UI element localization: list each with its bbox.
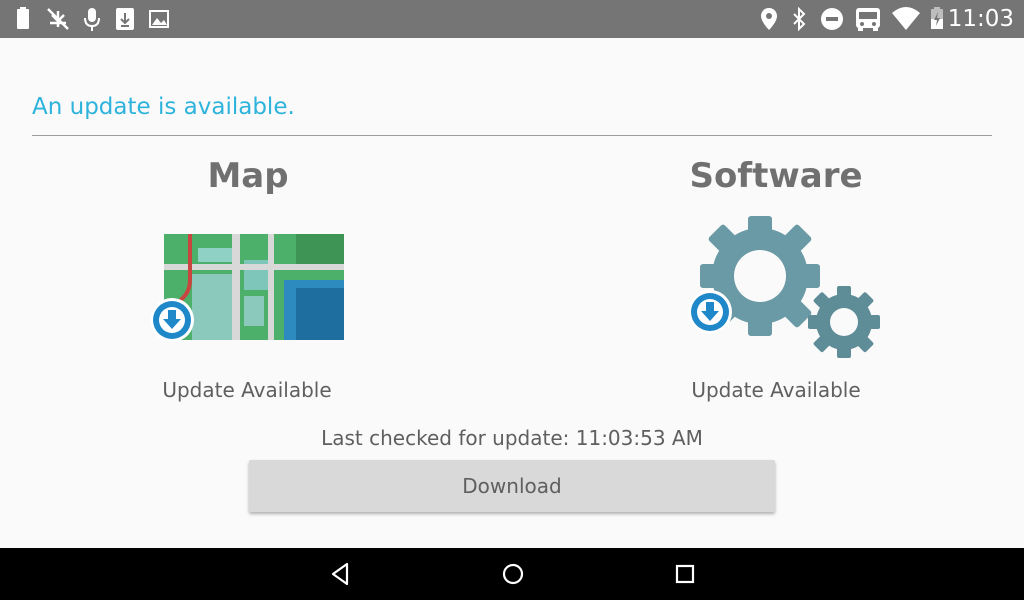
divider <box>32 135 992 136</box>
map-download-icon[interactable] <box>146 230 348 346</box>
download-notification-icon <box>116 8 134 30</box>
image-icon <box>149 10 169 28</box>
clock: 11:03 <box>947 6 1014 32</box>
software-title: Software <box>689 156 863 196</box>
no-network-icon <box>47 8 69 30</box>
status-bar: 11:03 <box>0 0 1024 38</box>
update-screen: An update is available. Map Update Avail… <box>0 38 1024 548</box>
wifi-icon <box>892 7 920 30</box>
microphone-icon <box>84 8 100 31</box>
battery-charging-icon <box>931 7 943 29</box>
back-icon[interactable] <box>324 558 356 590</box>
download-button[interactable]: Download <box>249 460 775 512</box>
do-not-disturb-icon <box>821 8 843 30</box>
gears-download-icon[interactable] <box>682 214 886 360</box>
bus-icon <box>856 8 880 31</box>
home-icon[interactable] <box>497 558 529 590</box>
software-status: Update Available <box>691 378 861 402</box>
battery-icon <box>17 7 29 29</box>
last-checked-text: Last checked for update: 11:03:53 AM <box>321 426 703 450</box>
location-icon <box>761 8 777 30</box>
map-title: Map <box>207 156 289 196</box>
bluetooth-icon <box>793 6 806 32</box>
navigation-bar <box>0 548 1024 600</box>
map-status: Update Available <box>162 378 332 402</box>
recents-icon[interactable] <box>669 558 701 590</box>
update-headline: An update is available. <box>32 94 295 120</box>
